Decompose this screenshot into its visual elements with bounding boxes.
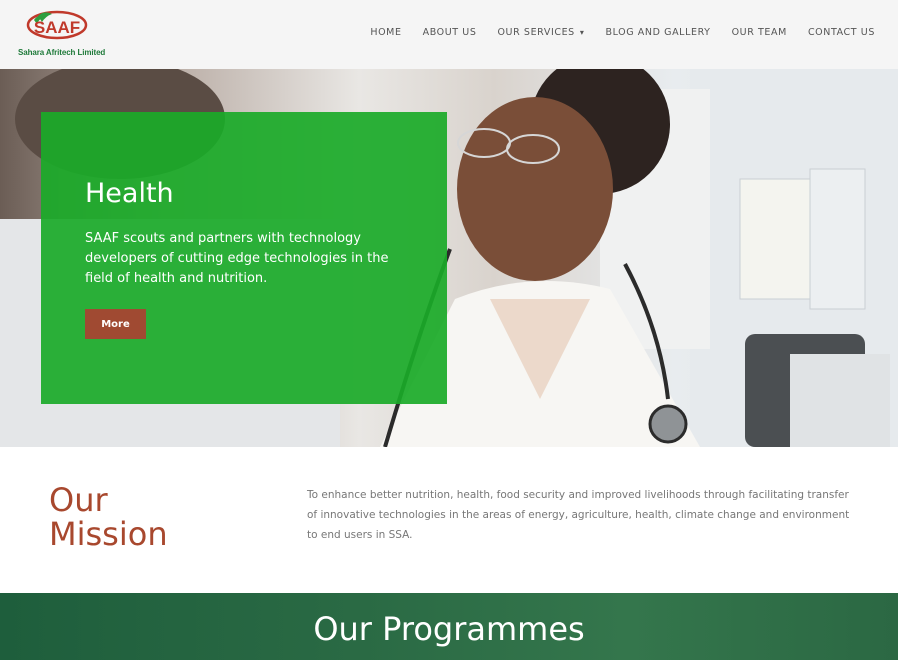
nav-our-services[interactable]: OUR SERVICES ▾ bbox=[497, 27, 584, 38]
logo-text: Sahara Afritech Limited bbox=[18, 48, 106, 57]
mission-text: To enhance better nutrition, health, foo… bbox=[307, 489, 850, 541]
hero-title: Health bbox=[85, 178, 174, 209]
nav-contact-us[interactable]: CONTACT US bbox=[808, 27, 875, 38]
hero-description: SAAF scouts and partners with technology… bbox=[85, 231, 389, 286]
nav-about-us-label: ABOUT US bbox=[422, 27, 477, 38]
nav-home[interactable]: HOME bbox=[370, 27, 401, 38]
hero-card: Health SAAF scouts and partners with tec… bbox=[41, 112, 447, 404]
programmes-section: Our Programmes bbox=[0, 593, 898, 660]
site-logo[interactable]: SAAF Sahara Afritech Limited bbox=[18, 8, 106, 60]
saaf-logo-icon: SAAF bbox=[26, 10, 88, 40]
nav-blog-and-gallery[interactable]: BLOG AND GALLERY bbox=[605, 27, 710, 38]
site-header: SAAF Sahara Afritech Limited HOME ABOUT … bbox=[0, 0, 898, 69]
chevron-down-icon: ▾ bbox=[579, 28, 585, 37]
nav-our-services-label: OUR SERVICES bbox=[497, 27, 575, 38]
nav-our-team[interactable]: OUR TEAM bbox=[732, 27, 787, 38]
nav-our-team-label: OUR TEAM bbox=[731, 27, 787, 38]
main-nav: HOME ABOUT US OUR SERVICES ▾ BLOG AND GA… bbox=[349, 27, 875, 38]
nav-blog-label: BLOG AND GALLERY bbox=[605, 27, 711, 38]
nav-home-label: HOME bbox=[370, 27, 402, 38]
logo-mark-text: SAAF bbox=[34, 18, 80, 37]
programmes-title: Our Programmes bbox=[313, 610, 585, 648]
mission-title: Our Mission bbox=[49, 483, 249, 551]
nav-contact-us-label: CONTACT US bbox=[807, 27, 875, 38]
hero-banner: Health SAAF scouts and partners with tec… bbox=[0, 69, 898, 447]
more-button[interactable]: More bbox=[85, 309, 146, 339]
mission-title-line1: Our bbox=[49, 481, 108, 519]
mission-title-line2: Mission bbox=[49, 515, 168, 553]
nav-about-us[interactable]: ABOUT US bbox=[423, 27, 477, 38]
